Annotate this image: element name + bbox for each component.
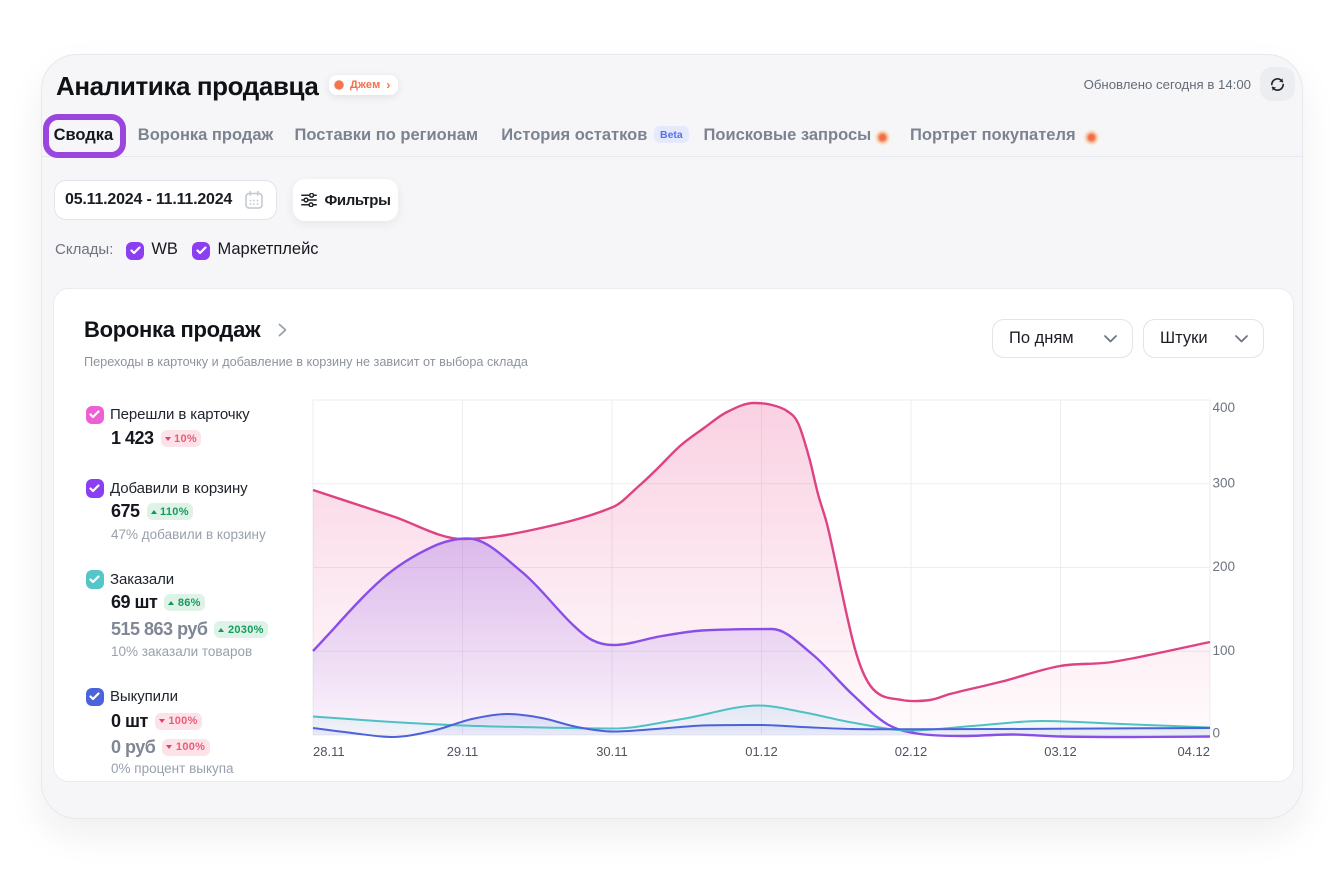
svg-text:400: 400 (1213, 400, 1236, 415)
svg-text:03.12: 03.12 (1044, 744, 1077, 759)
svg-text:300: 300 (1213, 476, 1236, 491)
svg-text:0: 0 (1213, 726, 1221, 741)
svg-text:01.12: 01.12 (745, 744, 778, 759)
svg-text:30.11: 30.11 (596, 744, 628, 759)
svg-text:04.12: 04.12 (1177, 744, 1210, 759)
svg-text:28.11: 28.11 (313, 744, 345, 759)
svg-text:29.11: 29.11 (447, 744, 479, 759)
svg-text:100: 100 (1213, 643, 1236, 658)
svg-text:02.12: 02.12 (895, 744, 928, 759)
svg-text:200: 200 (1213, 559, 1236, 574)
